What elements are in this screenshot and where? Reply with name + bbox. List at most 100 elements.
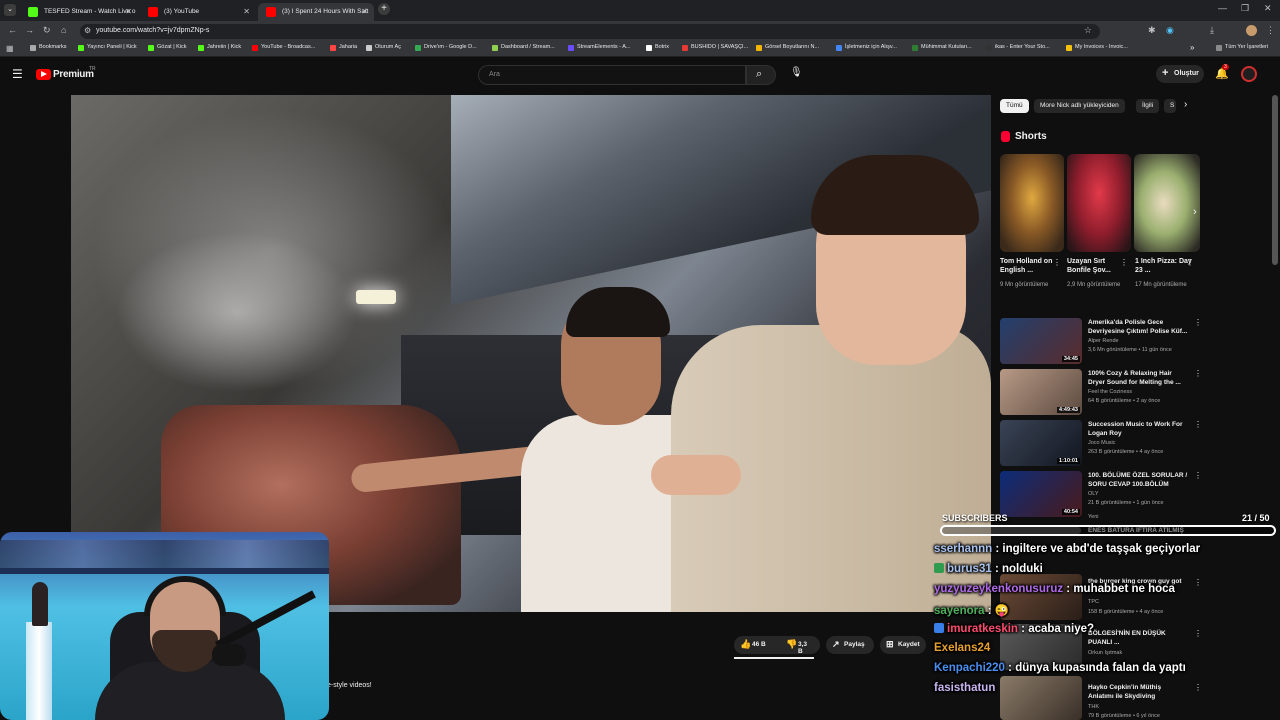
video-menu-icon[interactable]: ⋮ bbox=[1194, 369, 1202, 378]
bookmark-item[interactable]: Jahreiin | Kick bbox=[198, 44, 241, 51]
premium-logo-text[interactable]: Premium bbox=[53, 69, 94, 80]
downloads-icon[interactable]: ⤓ bbox=[1210, 25, 1214, 36]
extension-icon[interactable]: ◉ bbox=[1166, 25, 1174, 36]
bookmark-item[interactable]: StreamElements - A... bbox=[568, 44, 631, 51]
video-thumbnail[interactable] bbox=[1000, 574, 1082, 620]
page-scrollbar[interactable] bbox=[1272, 95, 1278, 265]
back-icon[interactable]: ← bbox=[8, 25, 17, 35]
search-button[interactable]: ⌕ bbox=[746, 65, 776, 85]
browser-tab-video[interactable]: (3) I Spent 24 Hours With Salt ✕ bbox=[258, 3, 374, 21]
apps-grid-icon[interactable]: ▦ bbox=[6, 44, 14, 53]
bookmark-item[interactable]: Drive'ım - Google D... bbox=[415, 44, 477, 51]
recommendation-item[interactable]: 34:45 Amerika'da Polisle Gece Devriyesin… bbox=[1000, 318, 1202, 366]
hamburger-menu-icon[interactable]: ☰ bbox=[12, 67, 23, 81]
bookmark-item[interactable]: Oturum Aç bbox=[366, 44, 401, 51]
all-bookmarks-button[interactable]: Tüm Yer İşaretleri bbox=[1216, 44, 1268, 51]
chips-next-chevron-icon[interactable]: › bbox=[1184, 99, 1187, 110]
channel-name[interactable]: THK bbox=[1088, 704, 1099, 710]
video-thumbnail[interactable]: 34:45 bbox=[1000, 318, 1082, 364]
bookmark-item[interactable]: YouTube - Broadcas... bbox=[252, 44, 315, 51]
channel-name[interactable]: Alper Rende bbox=[1088, 338, 1119, 344]
bookmark-star-icon[interactable]: ☆ bbox=[1084, 25, 1092, 36]
chip-partial[interactable]: S bbox=[1164, 99, 1176, 113]
bookmark-item[interactable]: Jaharia bbox=[330, 44, 357, 51]
bookmark-item[interactable]: Dashboard / Stream... bbox=[492, 44, 555, 51]
tab-list-icon[interactable]: ⌄ bbox=[4, 4, 16, 16]
site-info-icon[interactable]: ⚙ bbox=[84, 26, 91, 35]
voice-search-icon[interactable]: 🎙 bbox=[790, 67, 803, 78]
video-thumbnail[interactable] bbox=[1000, 676, 1082, 720]
create-button[interactable]: + Oluştur bbox=[1156, 65, 1204, 83]
reload-icon[interactable]: ↻ bbox=[43, 25, 51, 36]
video-menu-icon[interactable]: ⋮ bbox=[1194, 420, 1202, 429]
chat-username[interactable]: sayenora bbox=[934, 605, 985, 617]
video-menu-icon[interactable]: ⋮ bbox=[1194, 683, 1202, 692]
close-tab-icon[interactable]: ✕ bbox=[243, 7, 250, 16]
short-thumbnail-steak[interactable] bbox=[1067, 154, 1131, 252]
bookmark-item[interactable]: Bookmarks bbox=[30, 44, 67, 51]
extension-icon[interactable]: ✱ bbox=[1148, 25, 1156, 36]
short-title[interactable]: Uzayan Sırt Bonfile Şov... bbox=[1067, 257, 1125, 275]
chip-all[interactable]: Tümü bbox=[1000, 99, 1029, 113]
video-title[interactable]: 100% Cozy & Relaxing Hair Dryer Sound fo… bbox=[1088, 369, 1188, 387]
chat-username[interactable]: burus31 bbox=[947, 563, 992, 575]
partial-video-title[interactable]: Hayko Cepkin'in Müthiş Anlatımı ile Skyd… bbox=[1088, 683, 1188, 701]
video-thumbnail[interactable]: 4:49:43 bbox=[1000, 369, 1082, 415]
channel-name[interactable]: OLY bbox=[1088, 491, 1099, 497]
video-title[interactable]: Succession Music to Work For Logan Roy bbox=[1088, 420, 1188, 438]
bookmark-item[interactable]: İşletmeniz için Alışv... bbox=[836, 44, 897, 51]
close-tab-icon[interactable]: ✕ bbox=[125, 7, 132, 16]
shorts-next-chevron-icon[interactable]: › bbox=[1193, 206, 1197, 218]
close-window-icon[interactable]: ✕ bbox=[1264, 3, 1272, 14]
partial-video-title[interactable]: BÖLGESİ'NİN EN DÜŞÜK PUANLI ... bbox=[1088, 629, 1188, 647]
short-menu-icon[interactable]: ⋮ bbox=[1186, 258, 1194, 267]
chat-username[interactable]: imuratkeskin bbox=[947, 623, 1018, 635]
like-button[interactable]: 👍 46 B bbox=[734, 636, 780, 654]
channel-name[interactable]: Feel the Coziness bbox=[1088, 389, 1132, 395]
bookmark-item[interactable]: ikas - Enter Your Sto... bbox=[986, 44, 1050, 51]
share-button[interactable]: ↗ Paylaş bbox=[826, 636, 874, 654]
short-menu-icon[interactable]: ⋮ bbox=[1053, 258, 1061, 267]
more-bookmarks-button[interactable]: » bbox=[1190, 43, 1194, 52]
profile-avatar[interactable] bbox=[1246, 25, 1257, 36]
account-avatar[interactable] bbox=[1241, 66, 1257, 82]
address-bar[interactable]: ⚙ youtube.com/watch?v=jv7dpmZNp-s ☆ bbox=[80, 24, 1100, 39]
dislike-button[interactable]: 👎 3,3 B bbox=[780, 636, 820, 655]
chat-username[interactable]: Kenpachi220 bbox=[934, 662, 1005, 674]
bookmark-item[interactable]: Gözat | Kick bbox=[148, 44, 187, 51]
browser-tab-youtube[interactable]: (3) YouTube ✕ bbox=[140, 3, 256, 21]
restore-icon[interactable]: ❐ bbox=[1241, 3, 1249, 14]
forward-icon[interactable]: → bbox=[25, 25, 34, 35]
video-menu-icon[interactable]: ⋮ bbox=[1194, 629, 1202, 638]
bookmark-item[interactable]: BUSHIDO | SAVAŞÇI... bbox=[682, 44, 748, 51]
chat-username[interactable]: sserhannn bbox=[934, 543, 992, 555]
chip-from-uploader[interactable]: More Nick adlı yükleyiciden bbox=[1034, 99, 1125, 113]
video-menu-icon[interactable]: ⋮ bbox=[1194, 471, 1202, 480]
new-tab-button[interactable]: + bbox=[378, 3, 390, 15]
home-icon[interactable]: ⌂ bbox=[61, 25, 66, 35]
channel-name[interactable]: Joco Music bbox=[1088, 440, 1116, 446]
video-thumbnail[interactable]: 1:10:01 bbox=[1000, 420, 1082, 466]
close-tab-icon[interactable]: ✕ bbox=[361, 7, 368, 16]
bookmark-item[interactable]: Yayıncı Paneli | Kick bbox=[78, 44, 137, 51]
video-menu-icon[interactable]: ⋮ bbox=[1194, 578, 1202, 587]
channel-name[interactable]: TPC bbox=[1088, 599, 1099, 605]
recommendation-item[interactable]: 4:49:43 100% Cozy & Relaxing Hair Dryer … bbox=[1000, 369, 1202, 417]
channel-name[interactable]: Orkun Işıtmak bbox=[1088, 650, 1122, 656]
recommendation-item[interactable]: 40:54 100. BÖLÜME ÖZEL SORULAR / SORU CE… bbox=[1000, 471, 1202, 519]
menu-kebab-icon[interactable]: ⋮ bbox=[1266, 25, 1275, 36]
chip-related[interactable]: İlgili bbox=[1136, 99, 1160, 113]
short-thumbnail-pizza[interactable] bbox=[1134, 154, 1200, 252]
video-title[interactable]: Amerika'da Polisle Gece Devriyesine Çıkt… bbox=[1088, 318, 1188, 336]
chat-username[interactable]: Exelans24 bbox=[934, 642, 990, 654]
chat-username[interactable]: fasisthatun bbox=[934, 682, 995, 694]
minimize-icon[interactable]: — bbox=[1218, 3, 1227, 13]
video-title[interactable]: 100. BÖLÜME ÖZEL SORULAR / SORU CEVAP 10… bbox=[1088, 471, 1188, 489]
bookmark-item[interactable]: Görsel Boyutlarını N... bbox=[756, 44, 819, 51]
video-menu-icon[interactable]: ⋮ bbox=[1194, 318, 1202, 327]
short-title[interactable]: Tom Holland on English ... bbox=[1000, 257, 1058, 275]
video-thumbnail[interactable]: 40:54 bbox=[1000, 471, 1082, 517]
bookmark-item[interactable]: Mühimmat Kutuları... bbox=[912, 44, 972, 51]
chat-username[interactable]: yuzyuzeykenkonusuruz bbox=[934, 583, 1063, 595]
browser-tab-tesfed[interactable]: TESFED Stream - Watch Live o ✕ bbox=[20, 3, 138, 21]
